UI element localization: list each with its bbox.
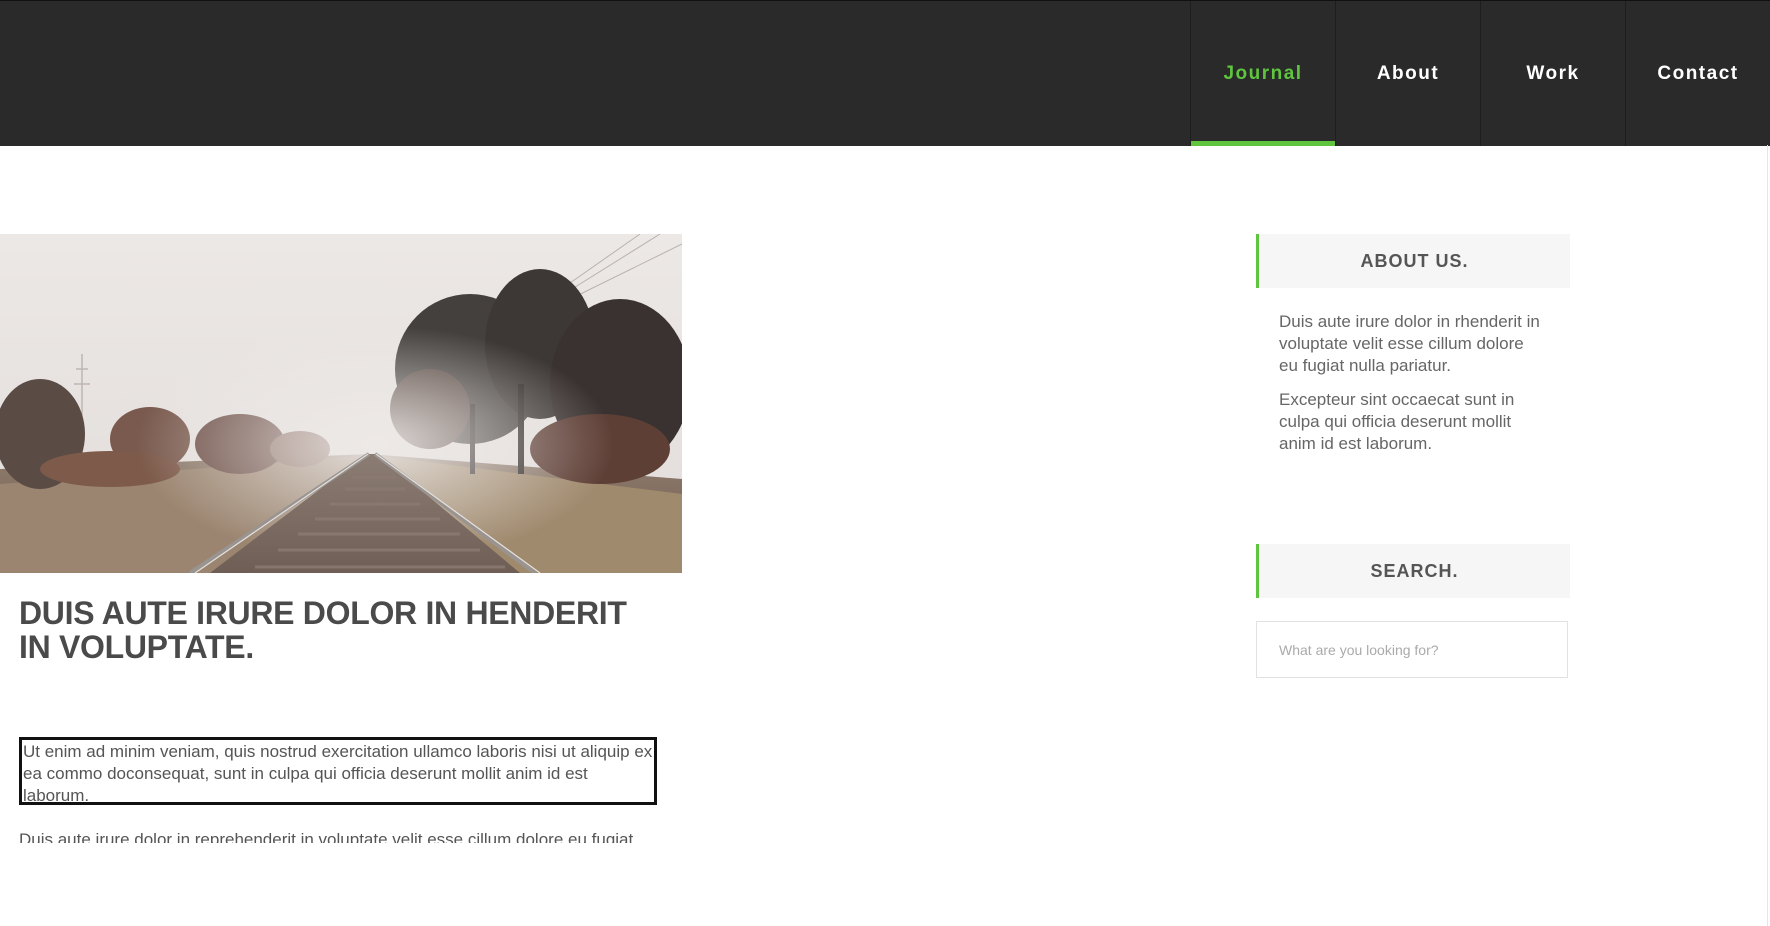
search-widget-heading: SEARCH. — [1256, 544, 1570, 598]
page: Journal About Work Contact DUIS AUTE IRU… — [0, 0, 1770, 926]
nav-item-about[interactable]: About — [1335, 1, 1480, 146]
nav-item-contact[interactable]: Contact — [1625, 1, 1770, 146]
about-widget-text: Excepteur sint occaecat sunt in culpa qu… — [1279, 390, 1515, 453]
content-edge-divider — [1767, 145, 1768, 926]
site-header: Journal About Work Contact — [0, 0, 1770, 146]
nav-item-work[interactable]: Work — [1480, 1, 1625, 146]
post-title[interactable]: DUIS AUTE IRURE DOLOR IN HENDERIT IN VOL… — [19, 596, 659, 664]
post-excerpt: Ut enim ad minim veniam, quis nostrud ex… — [19, 737, 657, 805]
search-input[interactable] — [1256, 621, 1568, 678]
post-body-text: Duis aute irure dolor in reprehenderit i… — [19, 830, 634, 843]
about-widget-heading: ABOUT US. — [1256, 234, 1570, 288]
post-featured-image[interactable] — [0, 234, 682, 573]
about-widget-text: Duis aute irure dolor in rhenderit in vo… — [1279, 312, 1540, 375]
nav-item-journal[interactable]: Journal — [1190, 1, 1335, 146]
main-nav: Journal About Work Contact — [1190, 1, 1770, 146]
